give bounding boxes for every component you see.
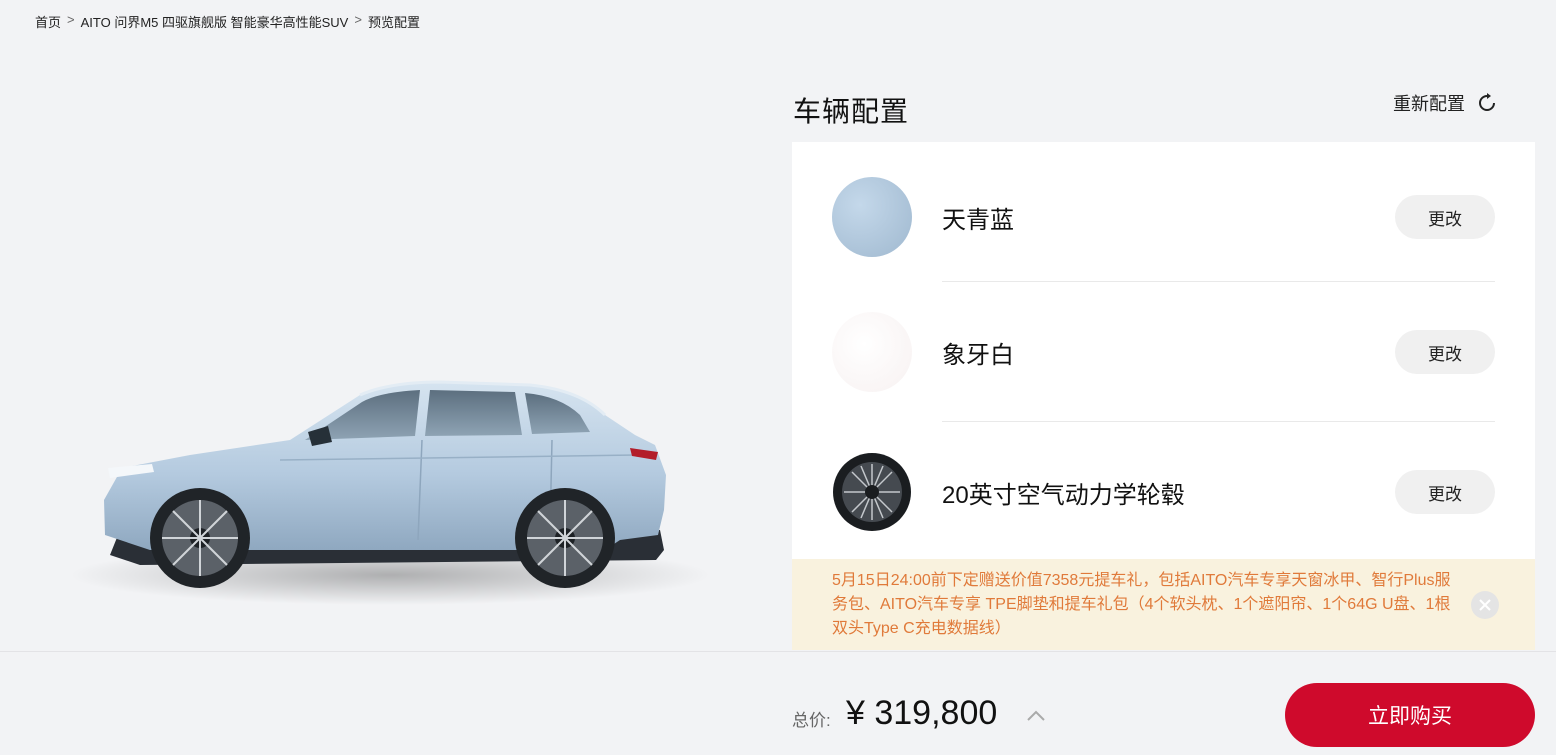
front-wheel bbox=[150, 488, 250, 588]
breadcrumb: 首页 > AITO 问界M5 四驱旗舰版 智能豪华高性能SUV > 预览配置 bbox=[35, 12, 420, 31]
change-interior-button[interactable]: 更改 bbox=[1395, 330, 1495, 374]
reset-label: 重新配置 bbox=[1393, 94, 1465, 114]
color-swatch bbox=[832, 177, 912, 257]
reset-config-button[interactable]: 重新配置 bbox=[1393, 90, 1499, 116]
change-color-button[interactable]: 更改 bbox=[1395, 195, 1495, 239]
option-label: 天青蓝 bbox=[942, 206, 1014, 234]
total-label: 总价: bbox=[792, 711, 831, 730]
rear-wheel bbox=[515, 488, 615, 588]
close-promo-button[interactable] bbox=[1471, 591, 1499, 619]
config-panel: 天青蓝 更改 象牙白 更改 20英寸空气动力学轮毂 更改 5月15日24:00前… bbox=[792, 142, 1535, 650]
option-label: 象牙白 bbox=[942, 341, 1014, 369]
breadcrumb-current: 预览配置 bbox=[367, 15, 420, 30]
option-label: 20英寸空气动力学轮毂 bbox=[942, 481, 1185, 509]
close-icon bbox=[1479, 599, 1491, 611]
wheel-icon bbox=[833, 453, 911, 531]
buy-now-button[interactable]: 立即购买 bbox=[1285, 683, 1535, 747]
option-row-color: 天青蓝 更改 bbox=[792, 147, 1535, 287]
total-price: ¥ 319,800 bbox=[846, 694, 998, 732]
promo-banner: 5月15日24:00前下定赠送价值7358元提车礼，包括AITO汽车专享天窗冰甲… bbox=[792, 559, 1535, 650]
breadcrumb-model[interactable]: AITO 问界M5 四驱旗舰版 智能豪华高性能SUV bbox=[81, 12, 349, 31]
breadcrumb-home[interactable]: 首页 bbox=[35, 12, 61, 31]
refresh-icon bbox=[1479, 93, 1495, 111]
color-swatch bbox=[832, 312, 912, 392]
promo-text: 5月15日24:00前下定赠送价值7358元提车礼，包括AITO汽车专享天窗冰甲… bbox=[832, 572, 1451, 637]
option-row-wheel: 20英寸空气动力学轮毂 更改 bbox=[792, 422, 1535, 562]
car-preview-image bbox=[60, 360, 740, 610]
config-title: 车辆配置 bbox=[793, 96, 910, 127]
change-wheel-button[interactable]: 更改 bbox=[1395, 470, 1495, 514]
option-row-interior: 象牙白 更改 bbox=[792, 282, 1535, 422]
breadcrumb-separator: > bbox=[354, 12, 362, 27]
chevron-up-icon[interactable] bbox=[1026, 708, 1046, 722]
checkout-bar: 总价: ¥ 319,800 立即购买 bbox=[0, 651, 1556, 755]
breadcrumb-separator: > bbox=[67, 12, 75, 27]
